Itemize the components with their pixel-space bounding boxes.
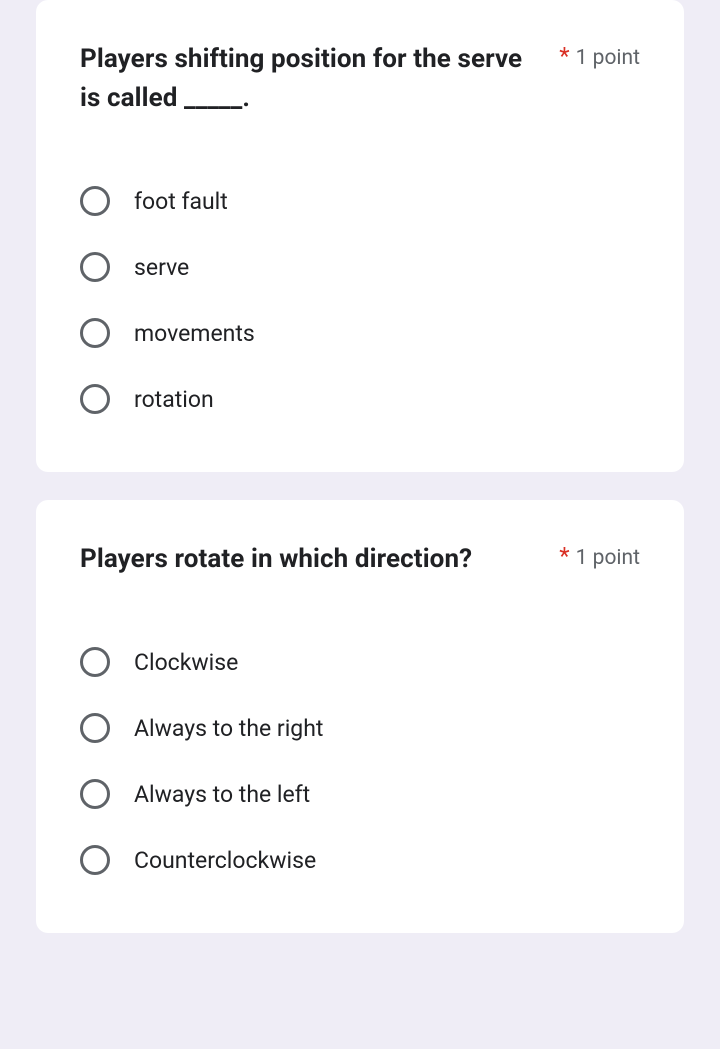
radio-option[interactable]: Counterclockwise (80, 827, 640, 893)
option-label: movements (134, 320, 255, 347)
points-label: 1 point (576, 546, 640, 570)
radio-icon (80, 647, 110, 677)
radio-option[interactable]: foot fault (80, 168, 640, 234)
required-asterisk-icon: * (559, 44, 569, 68)
option-label: Clockwise (134, 649, 238, 676)
radio-icon (80, 845, 110, 875)
radio-option[interactable]: movements (80, 300, 640, 366)
radio-option[interactable]: serve (80, 234, 640, 300)
points-label: 1 point (576, 46, 640, 70)
question-card: Players shifting position for the serve … (36, 0, 684, 472)
option-label: foot fault (134, 188, 228, 215)
option-label: rotation (134, 386, 214, 413)
question-title: Players shifting position for the serve … (80, 40, 543, 118)
radio-option[interactable]: Always to the right (80, 695, 640, 761)
radio-icon (80, 713, 110, 743)
option-label: Counterclockwise (134, 847, 316, 874)
radio-option[interactable]: Always to the left (80, 761, 640, 827)
radio-icon (80, 384, 110, 414)
question-points: * 1 point (559, 540, 640, 570)
question-header: Players shifting position for the serve … (80, 40, 640, 118)
option-label: serve (134, 254, 189, 281)
question-header: Players rotate in which direction? * 1 p… (80, 540, 640, 579)
option-label: Always to the left (134, 781, 310, 808)
radio-icon (80, 252, 110, 282)
radio-option[interactable]: rotation (80, 366, 640, 432)
radio-option[interactable]: Clockwise (80, 629, 640, 695)
question-card: Players rotate in which direction? * 1 p… (36, 500, 684, 933)
question-title: Players rotate in which direction? (80, 540, 543, 579)
radio-icon (80, 318, 110, 348)
options-group: Clockwise Always to the right Always to … (80, 629, 640, 893)
option-label: Always to the right (134, 715, 323, 742)
radio-icon (80, 779, 110, 809)
radio-icon (80, 186, 110, 216)
options-group: foot fault serve movements rotation (80, 168, 640, 432)
question-points: * 1 point (559, 40, 640, 70)
required-asterisk-icon: * (559, 544, 569, 568)
